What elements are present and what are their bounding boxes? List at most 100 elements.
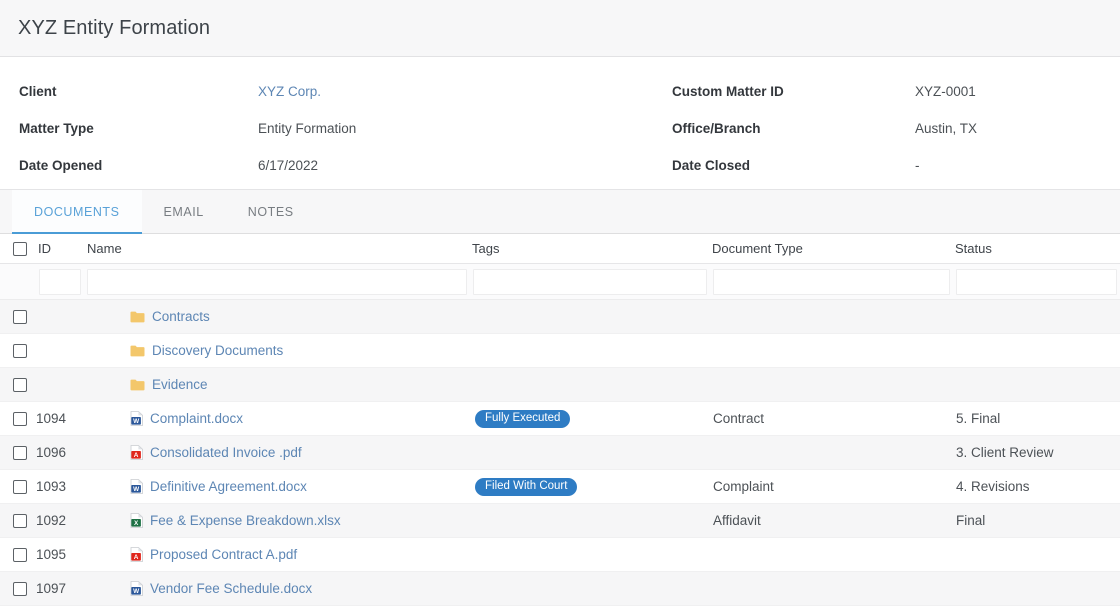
filter-input-name[interactable]: [87, 268, 467, 295]
cell-document-type: Affidavit: [713, 513, 761, 528]
table-row[interactable]: Contracts: [0, 300, 1120, 334]
table-row[interactable]: 1094 W Complaint.docx Fully Executed Contrac…: [0, 402, 1120, 436]
row-checkbox[interactable]: [13, 479, 27, 494]
cell-tags: Fully Executed: [470, 409, 710, 429]
table-row[interactable]: 1092 X Fee & Expense Breakdown.xlsx Affidav…: [0, 504, 1120, 538]
folder-link[interactable]: Contracts: [152, 309, 210, 324]
cell-name: X Fee & Expense Breakdown.xlsx: [84, 513, 470, 528]
detail-label-date-opened: Date Opened: [19, 158, 103, 173]
select-all-checkbox[interactable]: [13, 241, 27, 256]
row-checkbox[interactable]: [13, 513, 27, 528]
svg-text:X: X: [134, 520, 139, 527]
row-select-cell: [0, 513, 36, 528]
cell-name: Evidence: [84, 377, 470, 392]
tag-badge[interactable]: Filed With Court: [475, 477, 578, 497]
detail-label-client: Client: [19, 84, 57, 99]
word-file-icon: W: [130, 581, 143, 596]
folder-link[interactable]: Discovery Documents: [152, 343, 283, 358]
pdf-file-icon: A: [130, 445, 143, 460]
document-link[interactable]: Fee & Expense Breakdown.xlsx: [150, 513, 341, 528]
cell-status: 4. Revisions: [956, 479, 1030, 494]
row-checkbox[interactable]: [13, 445, 27, 460]
tab-notes[interactable]: NOTES: [226, 190, 316, 233]
row-select-cell: [0, 479, 36, 494]
document-link[interactable]: Consolidated Invoice .pdf: [150, 445, 302, 460]
document-link[interactable]: Complaint.docx: [150, 411, 243, 426]
cell-name: A Consolidated Invoice .pdf: [84, 445, 470, 460]
table-body: Contracts Discovery Documents Evidence 1094…: [0, 300, 1120, 606]
cell-id: 1097: [36, 581, 67, 596]
cell-status: 5. Final: [956, 411, 1001, 426]
row-select-cell: [0, 445, 36, 460]
row-checkbox[interactable]: [13, 581, 27, 596]
title-bar: XYZ Entity Formation: [0, 0, 1120, 57]
tab-bar: DOCUMENTS EMAIL NOTES: [0, 190, 1120, 234]
table-row[interactable]: 1095 A Proposed Contract A.pdf: [0, 538, 1120, 572]
matter-documents-screen: XYZ Entity Formation Client XYZ Corp. Cust…: [0, 0, 1120, 616]
table-row[interactable]: 1093 W Definitive Agreement.docx Filed With…: [0, 470, 1120, 504]
detail-value-date-opened: 6/17/2022: [258, 158, 319, 173]
pdf-file-icon: A: [130, 547, 143, 562]
filter-input-document-type[interactable]: [713, 268, 950, 295]
cell-id: 1095: [36, 547, 67, 562]
cell-name: W Definitive Agreement.docx: [84, 479, 470, 494]
document-link[interactable]: Proposed Contract A.pdf: [150, 547, 297, 562]
filter-input-status[interactable]: [956, 268, 1117, 295]
table-row[interactable]: 1096 A Consolidated Invoice .pdf 3. Client …: [0, 436, 1120, 470]
table-row[interactable]: Evidence: [0, 368, 1120, 402]
matter-details-panel: Client XYZ Corp. Custom Matter ID XYZ-0001 M…: [0, 57, 1120, 190]
table-header-row: ID Name Tags Document Type Status: [0, 234, 1120, 264]
table-row[interactable]: Discovery Documents: [0, 334, 1120, 368]
row-checkbox[interactable]: [13, 411, 27, 426]
excel-file-icon: X: [130, 513, 143, 528]
document-link[interactable]: Definitive Agreement.docx: [150, 479, 307, 494]
row-checkbox[interactable]: [13, 309, 27, 324]
row-checkbox[interactable]: [13, 377, 27, 392]
cell-name: W Complaint.docx: [84, 411, 470, 426]
folder-icon: [130, 379, 145, 391]
folder-icon: [130, 345, 145, 357]
table-filter-row: [0, 264, 1120, 300]
tab-email[interactable]: EMAIL: [142, 190, 226, 233]
cell-id: 1094: [36, 411, 67, 426]
row-checkbox[interactable]: [13, 547, 27, 562]
word-file-icon: W: [130, 479, 143, 494]
select-all-cell: [0, 241, 36, 256]
row-select-cell: [0, 343, 36, 358]
detail-value-matter-type: Entity Formation: [258, 121, 357, 136]
filter-input-id[interactable]: [39, 268, 81, 295]
svg-text:W: W: [133, 588, 140, 595]
row-select-cell: [0, 309, 36, 324]
tab-documents[interactable]: DOCUMENTS: [12, 190, 142, 234]
filter-cell-name: [84, 268, 470, 295]
detail-value-client[interactable]: XYZ Corp.: [258, 77, 653, 106]
column-header-id[interactable]: ID: [36, 241, 84, 256]
svg-text:W: W: [133, 486, 140, 493]
detail-value-custom-matter-id: XYZ-0001: [915, 84, 976, 99]
table-row[interactable]: 1097 W Vendor Fee Schedule.docx: [0, 572, 1120, 606]
column-header-document-type[interactable]: Document Type: [710, 241, 953, 256]
folder-icon: [130, 311, 145, 323]
row-checkbox[interactable]: [13, 343, 27, 358]
detail-label-office-branch: Office/Branch: [672, 121, 761, 136]
document-link[interactable]: Vendor Fee Schedule.docx: [150, 581, 312, 596]
detail-value-date-closed: -: [915, 158, 920, 173]
cell-status: Final: [956, 513, 986, 528]
detail-label-custom-matter-id: Custom Matter ID: [672, 84, 784, 99]
page-title: XYZ Entity Formation: [18, 16, 211, 39]
filter-cell-select: [0, 269, 36, 295]
folder-link[interactable]: Evidence: [152, 377, 208, 392]
filter-input-tags[interactable]: [473, 268, 707, 295]
column-header-name[interactable]: Name: [84, 241, 470, 256]
cell-status: 3. Client Review: [956, 445, 1054, 460]
row-select-cell: [0, 581, 36, 596]
tag-badge[interactable]: Fully Executed: [475, 409, 571, 429]
cell-id: 1093: [36, 479, 67, 494]
filter-cell-id: [36, 268, 84, 295]
cell-name: W Vendor Fee Schedule.docx: [84, 581, 470, 596]
filter-cell-tags: [470, 268, 710, 295]
svg-text:W: W: [133, 418, 140, 425]
column-header-tags[interactable]: Tags: [470, 241, 710, 256]
cell-tags: Filed With Court: [470, 477, 710, 497]
column-header-status[interactable]: Status: [953, 241, 1120, 256]
